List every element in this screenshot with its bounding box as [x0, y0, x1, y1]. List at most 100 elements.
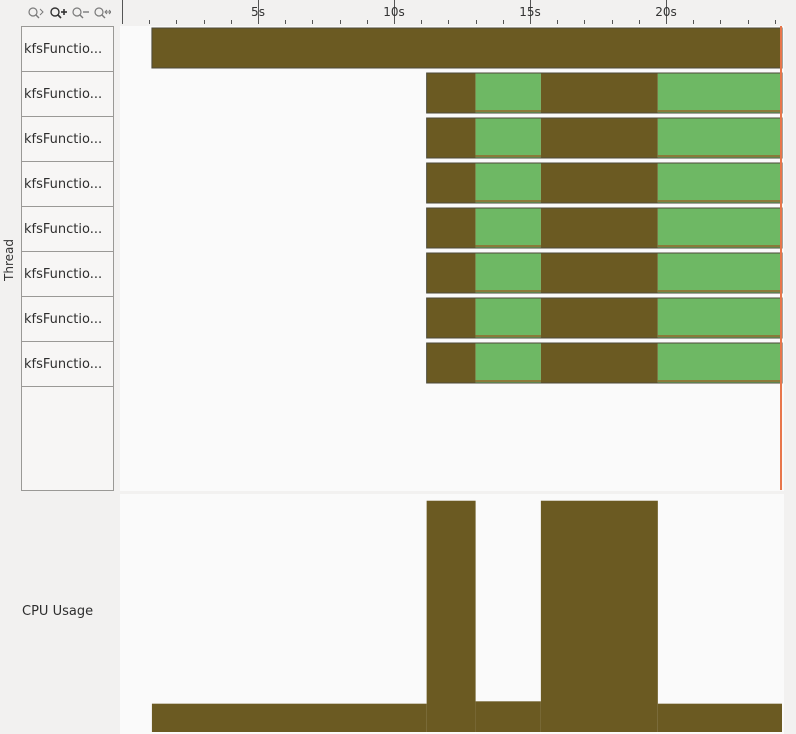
thread-waiting-baseline	[475, 245, 541, 247]
thread-running-segment[interactable]	[426, 253, 476, 293]
ruler-tick	[774, 20, 776, 24]
thread-running-segment[interactable]	[540, 118, 658, 158]
thread-axis-text: Thread	[2, 239, 16, 281]
zoom-in-button[interactable]	[48, 4, 67, 22]
zoom-fit-icon	[27, 7, 44, 19]
cpu-usage-graph	[120, 494, 784, 734]
ruler-tick	[448, 20, 450, 24]
ruler-tick	[230, 20, 232, 24]
thread-waiting-baseline	[657, 290, 782, 292]
thread-label[interactable]: kfsFunctio...	[22, 297, 113, 342]
thread-waiting-baseline	[475, 290, 541, 292]
thread-running-segment[interactable]	[540, 253, 658, 293]
thread-label[interactable]: kfsFunctio...	[22, 207, 113, 252]
ruler-tick	[176, 20, 178, 24]
zoom-out-button[interactable]	[70, 4, 89, 22]
thread-running-segment[interactable]	[151, 28, 783, 68]
ruler-tick	[693, 20, 695, 24]
thread-waiting-baseline	[657, 335, 782, 337]
thread-waiting-baseline	[475, 110, 541, 112]
thread-waiting-baseline	[475, 155, 541, 157]
ruler-tick	[475, 20, 477, 24]
thread-waiting-baseline	[475, 200, 541, 202]
thread-waiting-segment[interactable]	[657, 343, 782, 383]
cpu-usage-segment	[151, 703, 427, 732]
thread-running-segment[interactable]	[426, 343, 476, 383]
thread-waiting-baseline	[657, 110, 782, 112]
thread-label[interactable]: kfsFunctio...	[22, 117, 113, 162]
ruler-tick-label: 5s	[251, 5, 265, 19]
ruler-tick	[122, 0, 123, 24]
zoom-in-icon	[49, 7, 67, 19]
thread-waiting-baseline	[475, 335, 541, 337]
cpu-usage-segment	[426, 500, 476, 732]
thread-waiting-segment[interactable]	[657, 73, 782, 113]
ruler-tick	[312, 20, 314, 24]
thread-timeline[interactable]	[120, 26, 784, 491]
thread-axis-label: Thread	[0, 230, 18, 290]
thread-label[interactable]: kfsFunctio...	[22, 342, 113, 387]
thread-running-segment[interactable]	[426, 118, 476, 158]
profiler-timeline-view: 5s 10s 15s 20s Thread kfsFunctio... kfsFunct…	[0, 0, 796, 734]
thread-waiting-segment[interactable]	[475, 343, 541, 383]
thread-waiting-segment[interactable]	[475, 118, 541, 158]
thread-running-segment[interactable]	[426, 163, 476, 203]
ruler-tick	[421, 20, 423, 24]
ruler-tick-label: 20s	[655, 5, 677, 19]
thread-running-segment[interactable]	[540, 208, 658, 248]
thread-running-segment[interactable]	[426, 298, 476, 338]
cpu-usage-segment	[475, 701, 541, 732]
cpu-usage-chart	[151, 500, 782, 732]
ruler-tick	[339, 20, 341, 24]
ruler-tick	[502, 20, 504, 24]
thread-waiting-segment[interactable]	[475, 298, 541, 338]
thread-waiting-segment[interactable]	[657, 118, 782, 158]
thread-waiting-segment[interactable]	[475, 253, 541, 293]
thread-waiting-segment[interactable]	[475, 208, 541, 248]
thread-waiting-baseline	[657, 380, 782, 382]
thread-waiting-baseline	[475, 380, 541, 382]
cpu-usage-label: CPU Usage	[22, 604, 94, 619]
thread-label[interactable]: kfsFunctio...	[22, 72, 113, 117]
ruler-tick	[203, 20, 205, 24]
thread-waiting-segment[interactable]	[657, 298, 782, 338]
thread-label[interactable]: kfsFunctio...	[22, 252, 113, 297]
ruler-tick	[584, 20, 586, 24]
zoom-toolbar	[26, 3, 116, 23]
ruler-tick	[366, 20, 368, 24]
time-cursor[interactable]	[780, 26, 782, 490]
zoom-out-icon	[71, 7, 89, 19]
ruler-tick	[285, 20, 287, 24]
ruler-tick-label: 15s	[519, 5, 541, 19]
thread-label-list: kfsFunctio... kfsFunctio... kfsFunctio... k…	[21, 26, 114, 491]
cpu-usage-segment	[657, 703, 782, 732]
cpu-usage-segment	[540, 500, 658, 732]
zoom-fit-button[interactable]	[26, 4, 45, 22]
ruler-tick-label: 10s	[383, 5, 405, 19]
thread-waiting-baseline	[657, 245, 782, 247]
ruler-tick	[557, 20, 559, 24]
thread-waiting-baseline	[657, 155, 782, 157]
time-ruler[interactable]: 5s 10s 15s 20s	[120, 0, 784, 24]
thread-label[interactable]: kfsFunctio...	[22, 27, 113, 72]
thread-waiting-segment[interactable]	[657, 163, 782, 203]
ruler-tick	[149, 20, 151, 24]
thread-waiting-segment[interactable]	[475, 73, 541, 113]
thread-waiting-baseline	[657, 200, 782, 202]
ruler-tick	[638, 20, 640, 24]
thread-running-segment[interactable]	[426, 73, 476, 113]
ruler-tick	[611, 20, 613, 24]
thread-running-segment[interactable]	[426, 208, 476, 248]
zoom-reset-button[interactable]	[92, 4, 111, 22]
thread-running-segment[interactable]	[540, 343, 658, 383]
thread-lanes	[151, 27, 783, 384]
thread-waiting-segment[interactable]	[657, 208, 782, 248]
thread-running-segment[interactable]	[540, 73, 658, 113]
zoom-reset-icon	[93, 7, 111, 19]
thread-running-segment[interactable]	[540, 163, 658, 203]
thread-label[interactable]: kfsFunctio...	[22, 162, 113, 207]
thread-running-segment[interactable]	[540, 298, 658, 338]
ruler-tick	[720, 20, 722, 24]
thread-waiting-segment[interactable]	[657, 253, 782, 293]
thread-waiting-segment[interactable]	[475, 163, 541, 203]
